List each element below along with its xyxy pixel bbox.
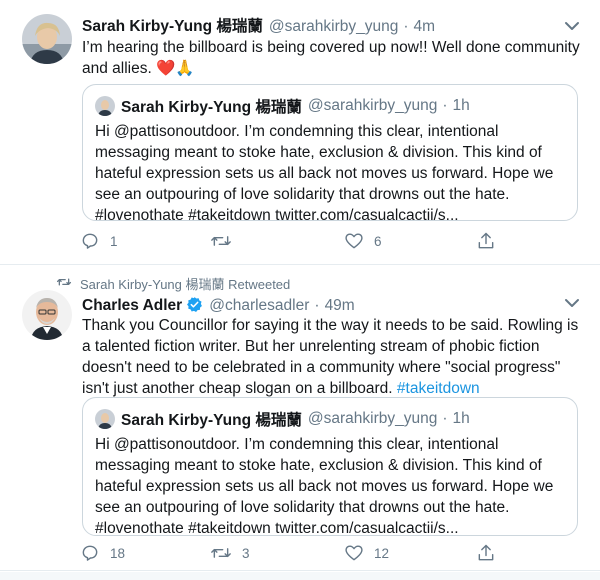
- quoted-tweet[interactable]: Sarah Kirby-Yung 楊瑞蘭 @sarahkirby_yung · …: [82, 397, 578, 537]
- reply-button[interactable]: 1: [80, 231, 118, 251]
- reply-count: 18: [110, 545, 126, 561]
- avatar: [95, 96, 115, 116]
- quoted-author-handle: @sarahkirby_yung: [307, 410, 438, 427]
- timeline-divider: [0, 572, 600, 580]
- retweet-context[interactable]: Sarah Kirby-Yung 楊瑞蘭 Retweeted: [50, 274, 290, 293]
- retweet-icon: [210, 543, 232, 563]
- separator-dot: ·: [442, 410, 448, 427]
- emoji-heart-prayer: ❤️🙏: [156, 60, 195, 77]
- avatar: [95, 409, 115, 429]
- timestamp[interactable]: 49m: [325, 297, 355, 315]
- tweet-actions: 1 6: [80, 231, 510, 255]
- retweet-button[interactable]: [210, 231, 242, 251]
- verified-badge-icon: [186, 296, 203, 313]
- quoted-author-name: Sarah Kirby-Yung 楊瑞蘭: [121, 99, 302, 116]
- share-button[interactable]: [476, 543, 496, 563]
- separator-dot: ·: [442, 97, 448, 114]
- like-count: 6: [374, 233, 382, 249]
- tweet-text: I’m hearing the billboard is being cover…: [82, 39, 580, 77]
- separator-dot: ·: [314, 297, 320, 314]
- tweet-sarah[interactable]: Sarah Kirby-Yung 楊瑞蘭 @sarahkirby_yung · …: [0, 0, 600, 265]
- heart-icon: [344, 231, 364, 251]
- quoted-timestamp: 1h: [452, 410, 470, 427]
- quoted-tweet-text: Hi @pattisonoutdoor. I’m condemning this…: [95, 123, 554, 224]
- share-button[interactable]: [476, 231, 496, 251]
- author-name[interactable]: Sarah Kirby-Yung 楊瑞蘭: [82, 14, 263, 36]
- chevron-down-icon[interactable]: [562, 293, 582, 313]
- separator-dot: ·: [403, 18, 409, 35]
- avatar[interactable]: [22, 290, 72, 340]
- reply-icon: [80, 543, 100, 563]
- quoted-timestamp: 1h: [452, 97, 470, 114]
- heart-icon: [344, 543, 364, 563]
- retweet-icon: [56, 275, 72, 292]
- like-count: 12: [374, 545, 390, 561]
- retweet-count: 3: [242, 545, 250, 561]
- retweet-context-label: Sarah Kirby-Yung 楊瑞蘭 Retweeted: [80, 277, 291, 292]
- share-icon: [476, 231, 496, 251]
- author-handle[interactable]: @sarahkirby_yung: [269, 18, 398, 36]
- like-button[interactable]: 6: [344, 231, 382, 251]
- retweet-icon: [210, 231, 232, 251]
- quoted-author-handle: @sarahkirby_yung: [307, 97, 438, 114]
- chevron-down-icon[interactable]: [562, 16, 582, 36]
- quoted-tweet[interactable]: Sarah Kirby-Yung 楊瑞蘭 @sarahkirby_yung · …: [82, 84, 578, 224]
- author-handle[interactable]: @charlesadler: [209, 297, 309, 315]
- retweet-button[interactable]: 3: [210, 543, 250, 563]
- reply-button[interactable]: 18: [80, 543, 125, 563]
- tweet-text: Thank you Councillor for saying it the w…: [82, 317, 579, 397]
- timestamp[interactable]: 4m: [414, 18, 436, 36]
- share-icon: [476, 543, 496, 563]
- like-button[interactable]: 12: [344, 543, 389, 563]
- author-name[interactable]: Charles Adler: [82, 297, 182, 315]
- quoted-author-name: Sarah Kirby-Yung 楊瑞蘭: [121, 412, 302, 429]
- hashtag-link[interactable]: #takeitdown: [397, 380, 480, 397]
- reply-count: 1: [110, 233, 118, 249]
- reply-icon: [80, 231, 100, 251]
- avatar[interactable]: [22, 14, 72, 64]
- quoted-tweet-text: Hi @pattisonoutdoor. I’m condemning this…: [95, 436, 554, 537]
- tweet-actions: 18 3 12: [80, 543, 510, 567]
